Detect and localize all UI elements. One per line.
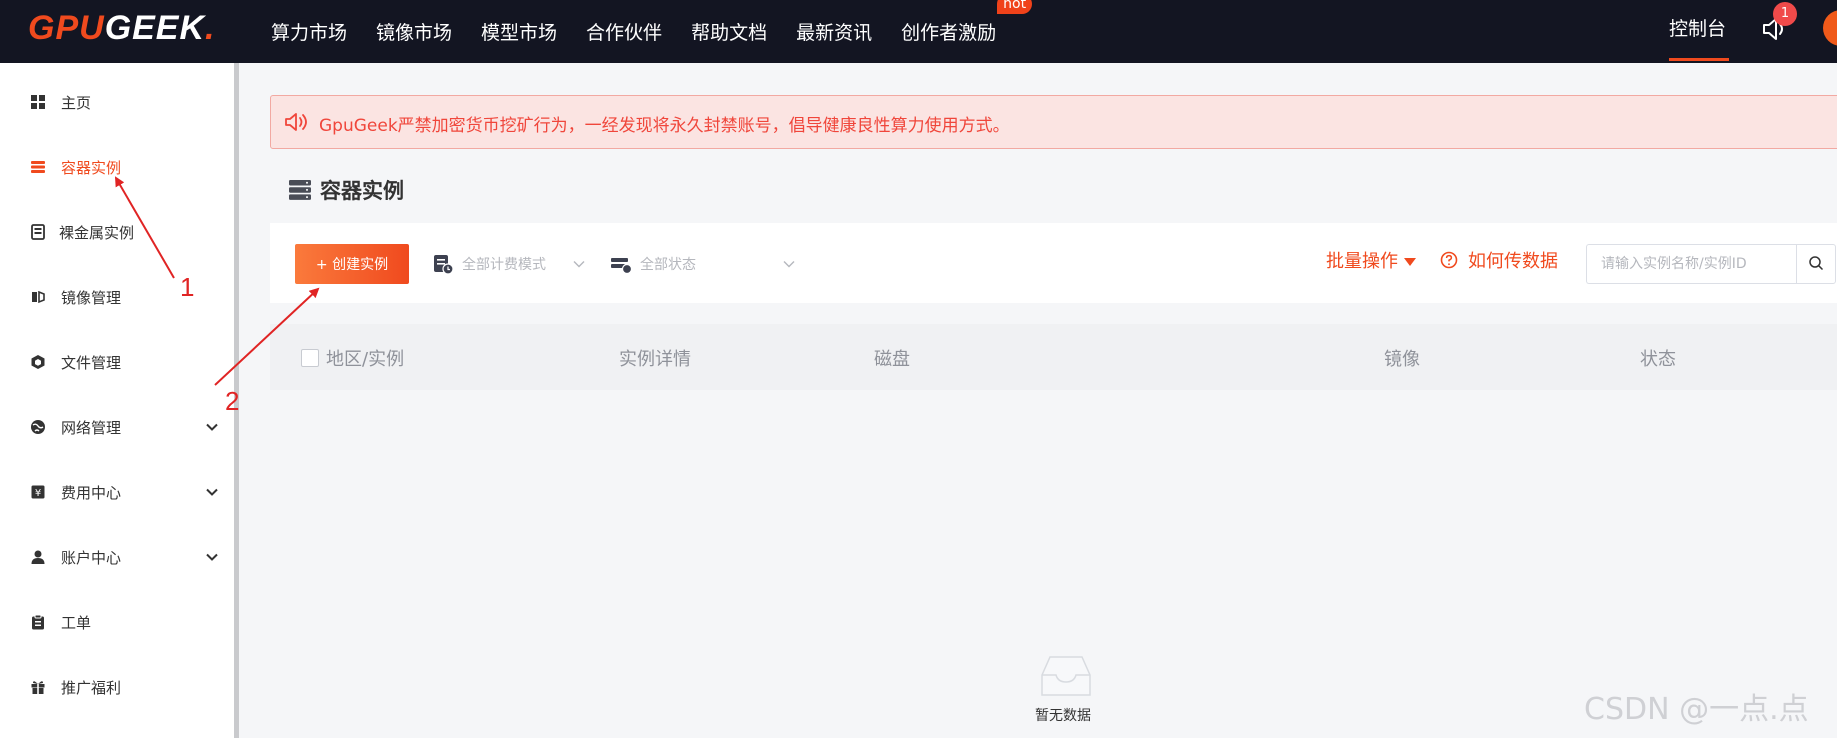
main-content: GpuGeek严禁加密货币挖矿行为，一经发现将永久封禁账号，倡导健康良性算力使用… <box>239 63 1837 738</box>
batch-operations-dropdown[interactable]: 批量操作 <box>1326 247 1416 273</box>
sidebar-item-label: 镜像管理 <box>61 288 122 307</box>
sidebar-item-billing-center[interactable]: ¥ 费用中心 <box>0 472 234 512</box>
notification-count-badge: 1 <box>1773 2 1797 26</box>
globe-icon <box>31 420 45 434</box>
how-to-transfer-data-label: 如何传数据 <box>1468 251 1558 272</box>
nav-item-image-market[interactable]: 镜像市场 <box>376 18 452 45</box>
sidebar-item-home[interactable]: 主页 <box>0 82 234 122</box>
chevron-down-icon[interactable] <box>572 257 586 271</box>
sidebar-item-label: 文件管理 <box>61 353 122 372</box>
status-filter-label: 全部状态 <box>640 257 696 273</box>
column-header-status: 状态 <box>1640 349 1676 370</box>
question-circle-icon <box>1440 251 1458 269</box>
sidebar-item-label: 主页 <box>61 93 92 112</box>
column-header-region-instance: 地区/实例 <box>326 349 405 370</box>
user-avatar[interactable] <box>1823 10 1837 46</box>
instance-table-header: 地区/实例 实例详情 磁盘 镜像 状态 <box>270 324 1837 390</box>
speaker-icon <box>285 113 307 131</box>
sidebar: 主页 容器实例 裸金属实例 镜像管理 文件管理 网络管理 ¥ 费用中心 账户中心… <box>0 63 234 738</box>
create-instance-button[interactable]: + 创建实例 <box>295 244 409 284</box>
how-to-transfer-data-link[interactable]: 如何传数据 <box>1440 247 1558 273</box>
status-filter[interactable]: 全部状态 <box>610 244 696 284</box>
sidebar-item-container-instances[interactable]: 容器实例 <box>0 147 234 187</box>
top-navigation-bar: GPUGEEK. 算力市场 镜像市场 模型市场 合作伙伴 帮助文档 最新资讯 创… <box>0 0 1837 63</box>
user-icon <box>31 550 45 564</box>
nav-item-creator-incentive[interactable]: 创作者激励 hot <box>901 0 1033 45</box>
logo-geek-text: GEEK <box>104 9 206 47</box>
sidebar-item-network-management[interactable]: 网络管理 <box>0 407 234 447</box>
instance-toolbar: + 创建实例 全部计费模式 全部状态 批量操作 如何传数据 <box>270 223 1837 303</box>
sidebar-item-image-management[interactable]: 镜像管理 <box>0 277 234 317</box>
nav-item-creator-incentive-label: 创作者激励 <box>901 22 997 44</box>
sidebar-item-account-center[interactable]: 账户中心 <box>0 537 234 577</box>
sidebar-item-label: 工单 <box>61 613 92 632</box>
sidebar-item-label: 费用中心 <box>61 483 122 502</box>
console-link[interactable]: 控制台 <box>1669 14 1726 41</box>
nav-item-compute-market[interactable]: 算力市场 <box>271 18 347 45</box>
chevron-down-icon[interactable] <box>205 485 219 499</box>
yen-icon: ¥ <box>31 485 45 499</box>
logo-gpu-text: GPU <box>28 9 105 47</box>
sidebar-item-bare-metal[interactable]: 裸金属实例 <box>0 212 234 252</box>
billing-mode-filter-label: 全部计费模式 <box>462 257 546 273</box>
hot-badge: hot <box>997 0 1033 14</box>
sidebar-item-label: 账户中心 <box>61 548 122 567</box>
logo-dot-text: . <box>205 9 216 47</box>
chevron-down-icon[interactable] <box>205 550 219 564</box>
search-icon <box>1809 255 1824 270</box>
sidebar-item-tickets[interactable]: 工单 <box>0 602 234 642</box>
nav-item-model-market[interactable]: 模型市场 <box>481 18 557 45</box>
server-icon <box>31 161 45 173</box>
status-list-icon <box>611 258 632 275</box>
chevron-down-icon[interactable] <box>782 257 796 271</box>
sidebar-item-label: 网络管理 <box>61 418 122 437</box>
empty-state-text: 暂无数据 <box>1035 708 1091 724</box>
instance-search-input[interactable] <box>1586 244 1796 284</box>
chevron-down-icon[interactable] <box>205 420 219 434</box>
gift-icon <box>31 681 45 694</box>
page-title: 容器实例 <box>320 179 404 203</box>
nav-item-help-docs[interactable]: 帮助文档 <box>691 18 767 45</box>
gpugeek-logo[interactable]: GPUGEEK. <box>28 8 216 48</box>
sidebar-item-promotions[interactable]: 推广福利 <box>0 667 234 707</box>
search-button[interactable] <box>1796 244 1836 284</box>
grid-icon <box>31 95 45 109</box>
notice-text: GpuGeek严禁加密货币挖矿行为，一经发现将永久封禁账号，倡导健康良性算力使用… <box>319 116 1010 136</box>
nav-item-latest-news[interactable]: 最新资讯 <box>796 18 872 45</box>
sidebar-item-label: 裸金属实例 <box>59 223 135 242</box>
console-active-indicator <box>1669 58 1729 61</box>
annotation-label-2: 2 <box>225 386 240 416</box>
empty-inbox-icon <box>1041 656 1091 696</box>
batch-operations-label: 批量操作 <box>1326 251 1398 272</box>
svg-text:¥: ¥ <box>35 488 41 499</box>
annotation-label-1: 1 <box>180 272 195 302</box>
page-title-row: 容器实例 <box>288 175 404 205</box>
sidebar-item-label: 推广福利 <box>61 678 122 697</box>
main-nav: 算力市场 镜像市场 模型市场 合作伙伴 帮助文档 最新资讯 创作者激励 hot <box>271 0 1033 63</box>
sidebar-item-file-management[interactable]: 文件管理 <box>0 342 234 382</box>
select-all-checkbox[interactable] <box>301 349 319 367</box>
sidebar-item-label: 容器实例 <box>61 158 122 177</box>
image-icon <box>32 290 45 304</box>
machine-icon <box>31 224 45 240</box>
column-header-instance-details: 实例详情 <box>619 349 691 370</box>
mining-warning-notice: GpuGeek严禁加密货币挖矿行为，一经发现将永久封禁账号，倡导健康良性算力使用… <box>270 95 1837 149</box>
caret-down-icon <box>1404 258 1416 266</box>
billing-mode-filter[interactable]: 全部计费模式 <box>432 244 546 284</box>
column-header-disk: 磁盘 <box>874 349 910 370</box>
column-header-image: 镜像 <box>1384 349 1420 370</box>
clipboard-icon <box>32 614 44 630</box>
csdn-watermark: CSDN @一点.点 <box>1584 692 1809 727</box>
nav-item-partners[interactable]: 合作伙伴 <box>586 18 662 45</box>
box-icon <box>31 355 45 369</box>
server-icon <box>289 180 311 200</box>
billing-document-icon <box>434 255 454 275</box>
